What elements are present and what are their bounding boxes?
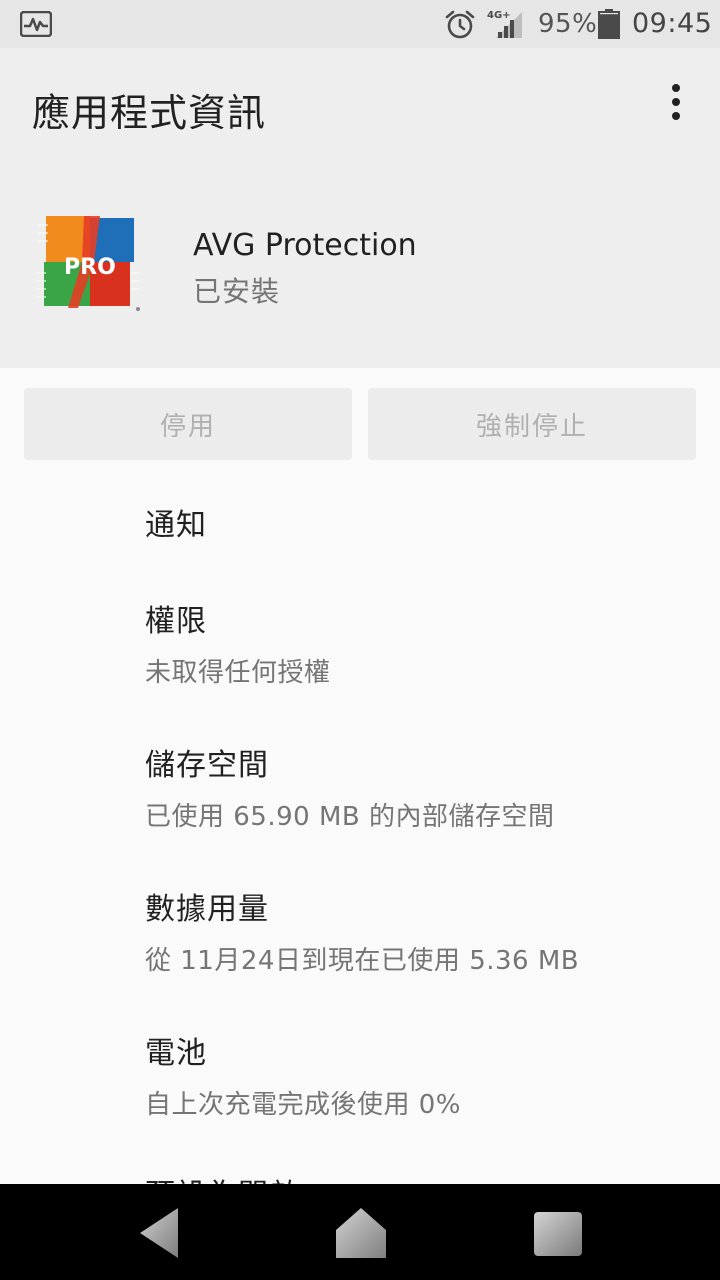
network-type-label: 4G+ bbox=[487, 10, 511, 21]
status-bar: 4G+ 95% 09:45 bbox=[0, 0, 720, 48]
battery-percent: 95% bbox=[538, 9, 598, 39]
more-vert-icon[interactable] bbox=[656, 78, 696, 126]
settings-item-subtitle: 從 11月24日到現在已使用 5.36 MB bbox=[145, 946, 580, 976]
alarm-icon bbox=[445, 10, 475, 39]
navigation-bar bbox=[0, 1184, 720, 1280]
settings-item-title: 通知 bbox=[145, 508, 207, 543]
app-header: 應用程式資訊 PRO AVG Protection 已安裝 bbox=[0, 48, 720, 368]
settings-item-subtitle: 已使用 65.90 MB 的內部儲存空間 bbox=[145, 802, 555, 832]
settings-item-permissions[interactable]: 權限 未取得任何授權 bbox=[145, 596, 705, 689]
back-icon[interactable] bbox=[138, 1206, 182, 1260]
activity-notification-icon bbox=[20, 11, 52, 37]
app-name: AVG Protection bbox=[193, 228, 417, 263]
app-info-screen: 4G+ 95% 09:45 應用程式資訊 PRO AVG Protection … bbox=[0, 0, 720, 1280]
settings-item-battery[interactable]: 電池 自上次充電完成後使用 0% bbox=[145, 1028, 705, 1121]
settings-item-subtitle: 未取得任何授權 bbox=[145, 658, 331, 688]
settings-item-title: 儲存空間 bbox=[145, 748, 269, 783]
settings-item-title: 權限 bbox=[145, 604, 207, 639]
page-title: 應用程式資訊 bbox=[32, 91, 267, 135]
signal-4g-icon: 4G+ bbox=[487, 10, 522, 38]
settings-item-storage[interactable]: 儲存空間 已使用 65.90 MB 的內部儲存空間 bbox=[145, 740, 705, 833]
settings-item-title: 數據用量 bbox=[145, 892, 269, 927]
avg-app-icon: PRO bbox=[36, 216, 140, 311]
settings-item-subtitle: 自上次充電完成後使用 0% bbox=[145, 1090, 462, 1120]
status-time: 09:45 bbox=[632, 8, 713, 39]
app-icon-label: PRO bbox=[64, 255, 116, 280]
settings-item-notifications[interactable]: 通知 bbox=[145, 500, 705, 544]
settings-item-title: 電池 bbox=[145, 1036, 207, 1071]
app-install-status: 已安裝 bbox=[193, 275, 281, 308]
recents-icon[interactable] bbox=[532, 1210, 584, 1258]
home-icon[interactable] bbox=[334, 1206, 388, 1260]
force-stop-button[interactable]: 強制停止 bbox=[368, 388, 696, 460]
disable-button[interactable]: 停用 bbox=[24, 388, 352, 460]
settings-item-data-usage[interactable]: 數據用量 從 11月24日到現在已使用 5.36 MB bbox=[145, 884, 705, 977]
battery-icon bbox=[598, 9, 620, 39]
